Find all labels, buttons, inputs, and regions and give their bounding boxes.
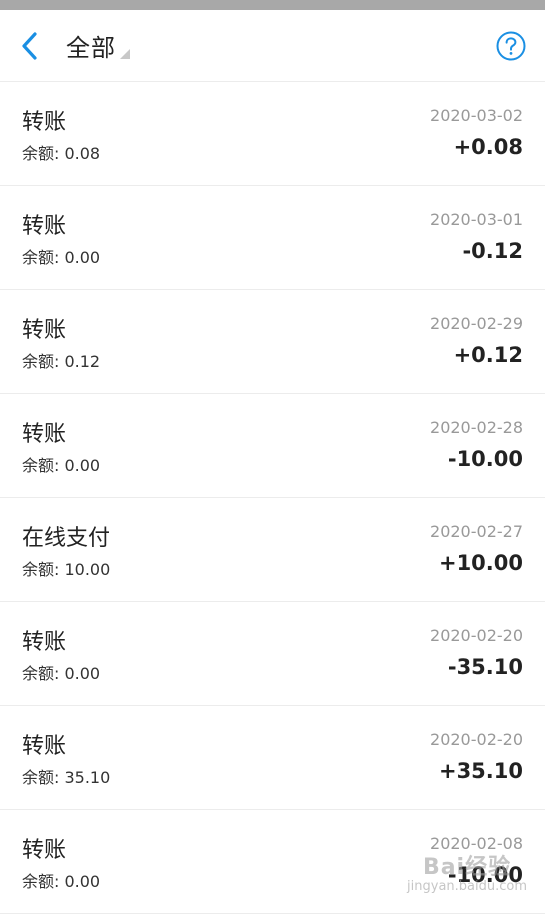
transaction-row[interactable]: 转账 余额: 0.00 2020-02-20 -35.10 [0,602,545,706]
transaction-list: 转账 余额: 0.08 2020-03-02 +0.08 转账 余额: 0.00… [0,82,545,914]
transaction-amount: -0.12 [462,239,523,263]
watermark-brand: Bai经验 [422,854,512,880]
transaction-amount: -10.00 [447,447,523,471]
filter-label: 全部 [66,34,116,62]
transaction-title: 转账 [22,422,67,447]
transaction-amount: +10.00 [438,551,523,575]
transaction-date: 2020-02-20 [430,626,523,645]
top-nav-bar: 全部 [0,10,545,82]
status-bar-strip [0,0,545,10]
transaction-date: 2020-03-01 [430,210,523,229]
transaction-row[interactable]: 转账 余额: 0.00 2020-03-01 -0.12 [0,186,545,290]
transaction-title: 转账 [22,214,67,239]
transaction-balance: 余额: 35.10 [22,768,111,787]
transaction-date: 2020-02-27 [430,522,523,541]
transaction-title: 转账 [22,318,67,343]
transaction-row[interactable]: 转账 余额: 0.00 2020-02-28 -10.00 [0,394,545,498]
transaction-title: 转账 [22,838,67,863]
transaction-balance: 余额: 0.00 [22,456,101,475]
transaction-date: 2020-02-08 [430,834,523,853]
transaction-date: 2020-02-29 [430,314,523,333]
transaction-amount: +35.10 [438,759,523,783]
transaction-date: 2020-03-02 [430,106,523,125]
chevron-left-icon [22,31,37,60]
transaction-row[interactable]: 转账 余额: 35.10 2020-02-20 +35.10 [0,706,545,810]
filter-dropdown[interactable]: 全部 [66,28,130,63]
transaction-date: 2020-02-20 [430,730,523,749]
transaction-balance: 余额: 0.00 [22,664,101,683]
transaction-row[interactable]: 转账 余额: 0.08 2020-03-02 +0.08 [0,82,545,186]
transaction-title: 转账 [22,110,67,135]
watermark-domain: jingyan.baidu.com [407,878,527,894]
transaction-date: 2020-02-28 [430,418,523,437]
transaction-balance: 余额: 10.00 [22,560,111,579]
transaction-title: 转账 [22,630,67,655]
transaction-balance: 余额: 0.12 [22,352,101,371]
transaction-row[interactable]: 转账 余额: 0.12 2020-02-29 +0.12 [0,290,545,394]
transaction-title: 转账 [22,734,67,759]
dropdown-triangle-icon [120,49,130,59]
transaction-balance: 余额: 0.00 [22,248,101,267]
transaction-row[interactable]: 在线支付 余额: 10.00 2020-02-27 +10.00 [0,498,545,602]
help-button[interactable] [495,30,527,62]
transaction-amount: +0.12 [453,343,523,367]
transaction-amount: -35.10 [447,655,523,679]
transaction-amount: +0.08 [453,135,523,159]
baidu-jingyan-watermark: Bai经验 jingyan.baidu.com [407,854,527,894]
question-circle-icon [496,31,526,60]
transaction-balance: 余额: 0.00 [22,872,101,891]
transaction-title: 在线支付 [22,526,111,551]
transaction-balance: 余额: 0.08 [22,144,101,163]
back-button[interactable] [20,26,48,66]
